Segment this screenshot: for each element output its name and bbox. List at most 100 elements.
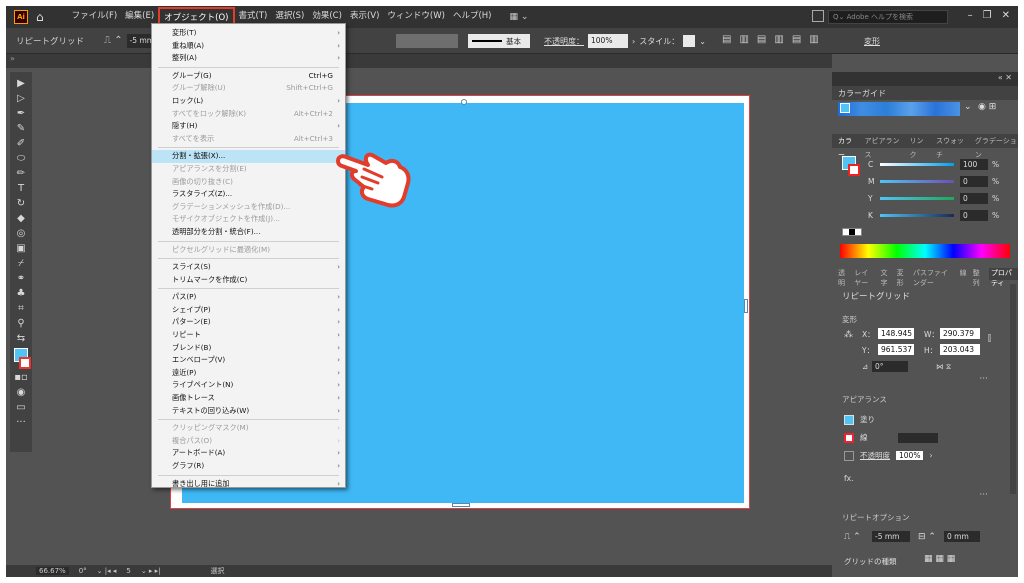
vertical-spacing-handle[interactable]	[452, 503, 470, 507]
object-menu-item[interactable]: ブレンド(B) ›	[152, 342, 345, 355]
eraser-tool-icon[interactable]: ◆	[13, 213, 29, 225]
object-menu-item[interactable]: 変形(T) ›	[152, 27, 345, 40]
none-black-white-swatches[interactable]	[842, 228, 862, 236]
artboard-tool-icon[interactable]: ⌗	[13, 303, 29, 315]
object-menu-item[interactable]: スライス(S) ›	[152, 261, 345, 274]
symbol-tool-icon[interactable]: ♣	[13, 288, 29, 300]
warp-tool-icon[interactable]: ◎	[13, 228, 29, 240]
color-guide-harmony-bar[interactable]	[838, 102, 960, 116]
angle-field[interactable]: 0°	[872, 361, 908, 372]
yellow-value[interactable]: 0	[960, 192, 988, 204]
rotate-handle[interactable]	[461, 99, 467, 105]
align-center-icon[interactable]: ▥	[739, 34, 748, 45]
direct-selection-tool-icon[interactable]: ▷	[13, 93, 29, 105]
color-stroke-swatch[interactable]	[848, 164, 860, 176]
pen-tool-icon[interactable]: ✒	[13, 108, 29, 120]
rotate-tool-icon[interactable]: ↻	[13, 198, 29, 210]
object-menu-item[interactable]: テキストの回り込み(W) ›	[152, 405, 345, 418]
slider-cyan[interactable]: C 100 %	[868, 158, 999, 170]
w-field[interactable]: 290.379	[940, 328, 980, 339]
blend-tool-icon[interactable]: ⚭	[13, 273, 29, 285]
color-mode-icon[interactable]: ▪▫	[13, 372, 29, 384]
object-menu-item[interactable]: アートボード(A) ›	[152, 447, 345, 460]
h-field[interactable]: 203.043	[940, 344, 980, 355]
black-value[interactable]: 0	[960, 209, 988, 221]
object-menu-item[interactable]: パス(P) ›	[152, 291, 345, 304]
slider-black[interactable]: K 0 %	[868, 209, 999, 221]
brush-tool-icon[interactable]: ✐	[13, 138, 29, 150]
align-right-icon[interactable]: ▤	[757, 34, 766, 45]
properties-scrollbar[interactable]	[1010, 284, 1016, 494]
opacity-field[interactable]: 100%	[588, 34, 628, 48]
cyan-track[interactable]	[880, 162, 954, 166]
object-menu-item[interactable]: 遠近(P) ›	[152, 367, 345, 380]
object-menu-item[interactable]: グループ(G) Ctrl+G	[152, 70, 345, 83]
tab-transform[interactable]: 変形	[897, 268, 907, 287]
object-menu-item[interactable]: パターン(E) ›	[152, 316, 345, 329]
chevron-right-icon[interactable]: ›	[632, 37, 635, 46]
reference-point-icon[interactable]: ⁂	[844, 330, 853, 340]
page-field[interactable]: 5	[126, 567, 130, 575]
align-top-icon[interactable]: ▥	[774, 34, 783, 45]
grid-type-icons[interactable]: ▦ ▦ ▦	[924, 554, 955, 564]
page-nav-next-icon[interactable]: ⌄ ▸ ▸|	[141, 567, 161, 575]
tab-transparency[interactable]: 透明	[838, 268, 848, 287]
appearance-more-icon[interactable]: ···	[979, 490, 988, 500]
screen-mode-icon[interactable]: ▭	[13, 402, 29, 414]
pencil-tool-icon[interactable]: ✏	[13, 168, 29, 180]
align-middle-icon[interactable]: ▤	[792, 34, 801, 45]
opacity-value-prop[interactable]: 100%	[896, 451, 924, 460]
appearance-stroke-row[interactable]: 線	[844, 432, 938, 443]
align-left-icon[interactable]: ▤	[722, 34, 731, 45]
object-menu-item[interactable]: 整列(A) ›	[152, 52, 345, 65]
tab-appearance[interactable]: アピアランス	[865, 134, 902, 159]
arrange-documents-icon[interactable]	[812, 10, 824, 22]
object-menu-item[interactable]: 透明部分を分割・統合(F)...	[152, 226, 345, 239]
appearance-fill-swatch[interactable]	[844, 414, 854, 425]
cyan-value[interactable]: 100	[960, 158, 988, 170]
menu-file[interactable]: ファイル(F)	[68, 7, 122, 27]
tab-gradient[interactable]: グラデーション	[975, 134, 1018, 159]
page-nav-icon[interactable]: ⌄ |◂ ◂	[97, 567, 117, 575]
close-icon[interactable]: ✕	[1002, 10, 1010, 21]
slider-magenta[interactable]: M 0 %	[868, 175, 999, 187]
object-menu-item[interactable]: エンベロープ(V) ›	[152, 354, 345, 367]
more-tools-icon[interactable]: ···	[13, 417, 29, 429]
align-bottom-icon[interactable]: ▥	[809, 34, 818, 45]
help-search-input[interactable]: Q⌄ Adobe ヘルプを検索	[828, 10, 948, 24]
black-track[interactable]	[880, 213, 954, 217]
slider-yellow[interactable]: Y 0 %	[868, 192, 999, 204]
tab-swatches[interactable]: スウォッチ	[936, 134, 967, 159]
object-menu-item[interactable]: 隠す(H) ›	[152, 120, 345, 133]
color-spectrum[interactable]	[840, 244, 1010, 258]
gradient-tool-icon[interactable]: ▣	[13, 243, 29, 255]
y-field[interactable]: 961.537	[878, 344, 914, 355]
draw-mode-icon[interactable]: ◉	[13, 387, 29, 399]
tab-pathfinder[interactable]: パスファインダー	[913, 268, 954, 287]
object-menu-item[interactable]: トリムマークを作成(C)	[152, 274, 345, 287]
color-guide-base-swatch[interactable]	[840, 103, 850, 113]
object-menu-item[interactable]: シェイプ(P) ›	[152, 304, 345, 317]
style-swatch[interactable]	[683, 35, 696, 47]
object-menu-item[interactable]: 分割・拡張(X)...	[152, 150, 345, 163]
object-menu-item[interactable]: グラフ(R) ›	[152, 460, 345, 473]
tab-stroke[interactable]: 線	[960, 268, 967, 280]
stroke-color-swatch[interactable]	[19, 357, 31, 369]
stroke-weight-field[interactable]	[897, 432, 938, 443]
opacity-chevron-icon[interactable]: ›	[929, 451, 932, 460]
tab-character[interactable]: 文字	[880, 268, 890, 287]
object-menu-item[interactable]: 画像トレース ›	[152, 392, 345, 405]
stroke-profile-dropdown[interactable]: 基本	[468, 34, 530, 48]
h-spacing-field[interactable]: -5 mm	[872, 531, 910, 542]
magenta-value[interactable]: 0	[960, 175, 988, 187]
zoom-tool-icon[interactable]: ⚲	[13, 318, 29, 330]
curvature-tool-icon[interactable]: ✎	[13, 123, 29, 135]
type-tool-icon[interactable]: T	[13, 183, 29, 195]
appearance-opacity-row[interactable]: 不透明度 100% ›	[844, 450, 932, 461]
object-menu-item[interactable]: ロック(L) ›	[152, 95, 345, 108]
fill-dropdown[interactable]	[396, 34, 458, 48]
tab-color[interactable]: カラー	[838, 134, 857, 159]
workspace-switch-icon[interactable]: ▦ ⌄	[509, 12, 528, 22]
harmony-chevron-icon[interactable]: ⌄	[964, 102, 972, 112]
selection-tool-icon[interactable]: ▶	[13, 78, 29, 90]
